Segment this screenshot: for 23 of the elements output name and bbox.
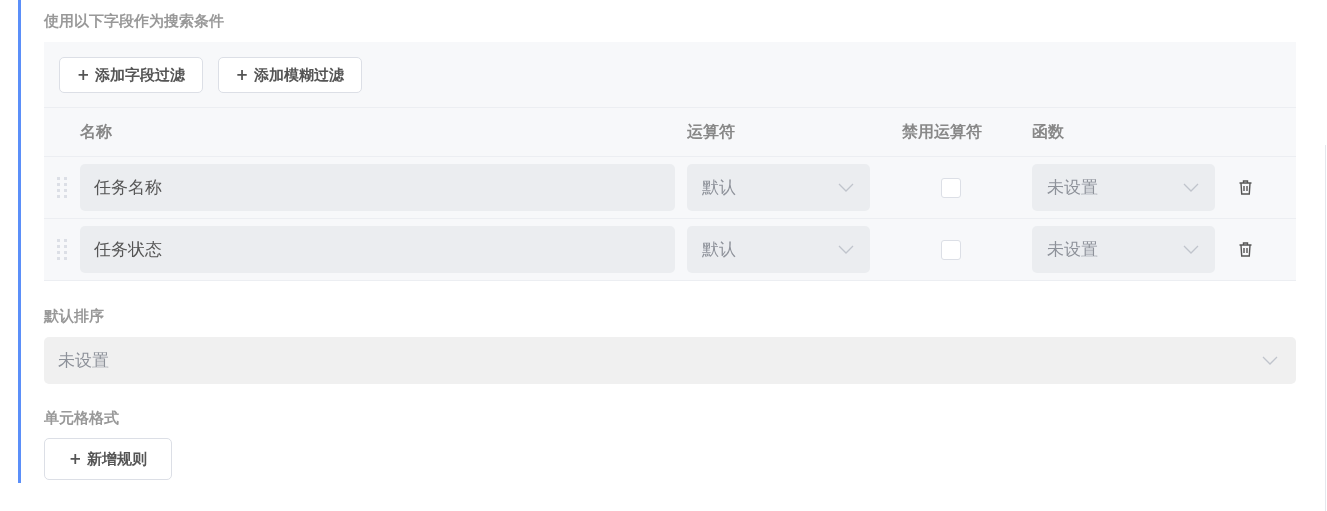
chevron-down-icon [1183, 245, 1199, 254]
column-header: 函数 [1032, 121, 1065, 143]
section-label: 单元格格式 [44, 410, 119, 426]
column-header: 运算符 [687, 121, 736, 143]
section-label: 默认排序 [44, 308, 104, 324]
add-filter-button[interactable]: + 添加模糊过滤 [217, 57, 362, 93]
checkbox[interactable] [941, 239, 961, 260]
chevron-down-icon [1183, 183, 1199, 192]
add-filter-button[interactable]: + 添加字段过滤 [59, 57, 203, 93]
chevron-down-icon [838, 245, 854, 254]
chevron-down-icon [838, 183, 854, 192]
chevron-down-icon [1262, 356, 1278, 365]
drag-handle-icon[interactable] [57, 237, 67, 262]
name-field[interactable]: 任务状态 [80, 226, 675, 273]
column-header: 名称 [80, 121, 113, 143]
column-header: 禁用运算符 [902, 121, 983, 143]
drag-handle-icon[interactable] [57, 175, 67, 200]
delete-icon[interactable] [1238, 180, 1252, 195]
add-rule-button[interactable]: + 新增规则 [44, 438, 172, 480]
delete-icon[interactable] [1238, 242, 1252, 257]
checkbox[interactable] [941, 177, 961, 198]
section-label: 使用以下字段作为搜索条件 [44, 13, 224, 29]
name-field[interactable]: 任务名称 [80, 164, 675, 211]
